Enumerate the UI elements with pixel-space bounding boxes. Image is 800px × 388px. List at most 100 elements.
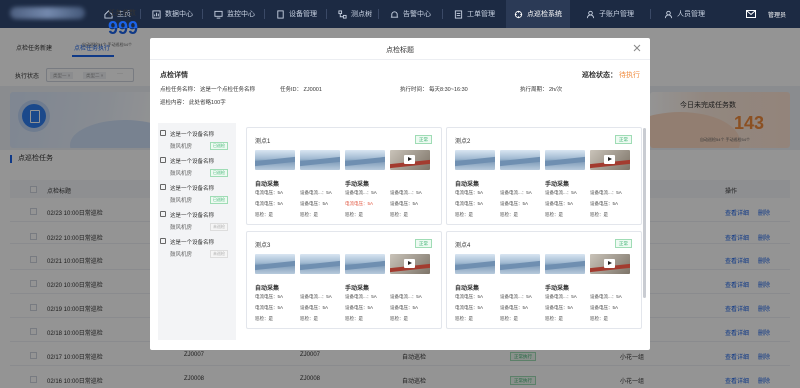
device-location: 鼓风机房 [170,252,193,258]
video-thumbnail[interactable] [390,254,430,274]
patrol-status-value: 待执行 [619,72,640,79]
point-status-badge: 正常 [415,135,432,144]
group-title: 自动采集 [255,286,280,292]
photo-thumbnail[interactable] [500,254,540,274]
nav-label: 告警中心 [403,11,431,18]
nav-divider [650,9,651,19]
video-thumbnail[interactable] [390,150,430,170]
reading: 电流电压：5A [455,190,484,195]
nav-subaccount-management[interactable]: 子账户管理 [586,0,634,28]
device-name: 这是一个设备名称 [170,240,215,246]
video-thumbnail[interactable] [590,254,630,274]
people-icon [664,10,673,18]
photo-thumbnail[interactable] [255,254,295,274]
reading: 设备电流...：5A [590,190,622,195]
device-icon [277,9,284,19]
photo-thumbnail[interactable] [455,254,495,274]
point-name: 测点1 [255,139,271,145]
point-name: 测点4 [455,243,471,249]
photo-thumbnail[interactable] [500,150,540,170]
device-status-badge: 未巡检 [210,223,228,231]
reading: 设备电流...：5A [545,190,577,195]
device-name: 这是一个设备名称 [170,159,215,165]
reading: 设备电流...：5A [500,190,532,195]
nav-people-management[interactable]: 人员管理 [664,0,705,28]
ticket-icon [454,9,463,19]
nav-data-center[interactable]: 数据中心 [152,0,193,28]
play-icon[interactable] [404,155,415,164]
reading: 设备电压：5A [545,201,574,206]
nav-label: 监控中心 [227,11,255,18]
reading: 电流电压：5A [455,201,484,206]
reading: 设备电压：5A [345,305,374,310]
nav-label: 工单管理 [467,11,495,18]
section-title: 点检详情 [160,72,188,79]
photo-thumbnail[interactable] [545,150,585,170]
nav-label: 设备管理 [289,11,317,18]
nav-label: 点巡检系统 [527,11,562,18]
reading: 设备电压：5A [300,305,329,310]
mail-icon[interactable] [745,10,756,18]
nav-device-management[interactable]: 设备管理 [276,0,317,28]
point-card: 测点3 正常 自动采集 手动采集 电流电压：5A 设备电流...：5A 设备电流… [246,231,442,329]
play-icon[interactable] [404,259,415,268]
reading: 巡检：是 [455,316,473,321]
reading: 巡检：是 [500,212,518,217]
photo-thumbnail[interactable] [255,150,295,170]
group-title: 手动采集 [345,286,370,292]
reading: 巡检：是 [500,316,518,321]
photo-thumbnail[interactable] [345,254,385,274]
nav-divider [378,9,379,19]
device-status-badge: 已巡检 [210,142,228,150]
modal-header: 点检标题 [150,38,650,60]
reading: 设备电流...：5A [545,294,577,299]
point-card: 测点2 正常 自动采集 手动采集 电流电压：5A 设备电流...：5A 设备电流… [446,127,642,225]
photo-thumbnail[interactable] [545,254,585,274]
reading: 巡检：是 [455,212,473,217]
reading: 电流电压：5A [255,190,284,195]
reading: 设备电压：5A [545,305,574,310]
nav-patrol-system[interactable]: 点巡检系统 [506,0,570,28]
reading: 设备电压：5A [590,201,619,206]
nav-monitor-center[interactable]: 监控中心 [214,0,255,28]
nav-label: 数据中心 [165,11,193,18]
device-icon [160,130,166,136]
nav-ticket-management[interactable]: 工单管理 [454,0,495,28]
nav-point-tree[interactable]: 测点树 [338,0,372,28]
group-title: 自动采集 [455,182,480,188]
point-status-badge: 正常 [615,239,632,248]
task-id: 任务ID： ZJ0001 [280,87,322,93]
photo-thumbnail[interactable] [455,150,495,170]
point-card: 测点1 正常 自动采集 手动采集 电流电压：5A 设备电流...：5A 设备电流… [246,127,442,225]
point-status-badge: 正常 [615,135,632,144]
reading: 巡检：是 [300,316,318,321]
device-name: 这是一个设备名称 [170,186,215,192]
nav-alarm-center[interactable]: 告警中心 [390,0,431,28]
video-thumbnail[interactable] [590,150,630,170]
group-title: 自动采集 [255,182,280,188]
reading: 巡检：是 [545,212,563,217]
point-status-badge: 正常 [415,239,432,248]
device-icon [160,238,166,244]
photo-thumbnail[interactable] [345,150,385,170]
nav-label: 子账户管理 [599,11,634,18]
photo-thumbnail[interactable] [300,150,340,170]
group-title: 手动采集 [545,286,570,292]
play-icon[interactable] [604,259,615,268]
reading: 巡检：是 [255,212,273,217]
reading: 设备电流...：5A [345,294,377,299]
group-title: 自动采集 [455,286,480,292]
photo-thumbnail[interactable] [300,254,340,274]
reading: 巡检：是 [300,212,318,217]
close-icon[interactable] [632,43,642,53]
device-status-badge: 已巡检 [210,196,228,204]
scrollbar[interactable] [643,128,646,298]
reading: 设备电压：5A [390,305,419,310]
patrol-icon [514,10,523,18]
device-icon [160,184,166,190]
reading: 设备电流...：5A [300,190,332,195]
reading: 电流电压：5A [255,305,284,310]
user-area[interactable]: 管理员 [745,0,786,28]
play-icon[interactable] [604,155,615,164]
user-name[interactable]: 管理员 [768,10,786,19]
